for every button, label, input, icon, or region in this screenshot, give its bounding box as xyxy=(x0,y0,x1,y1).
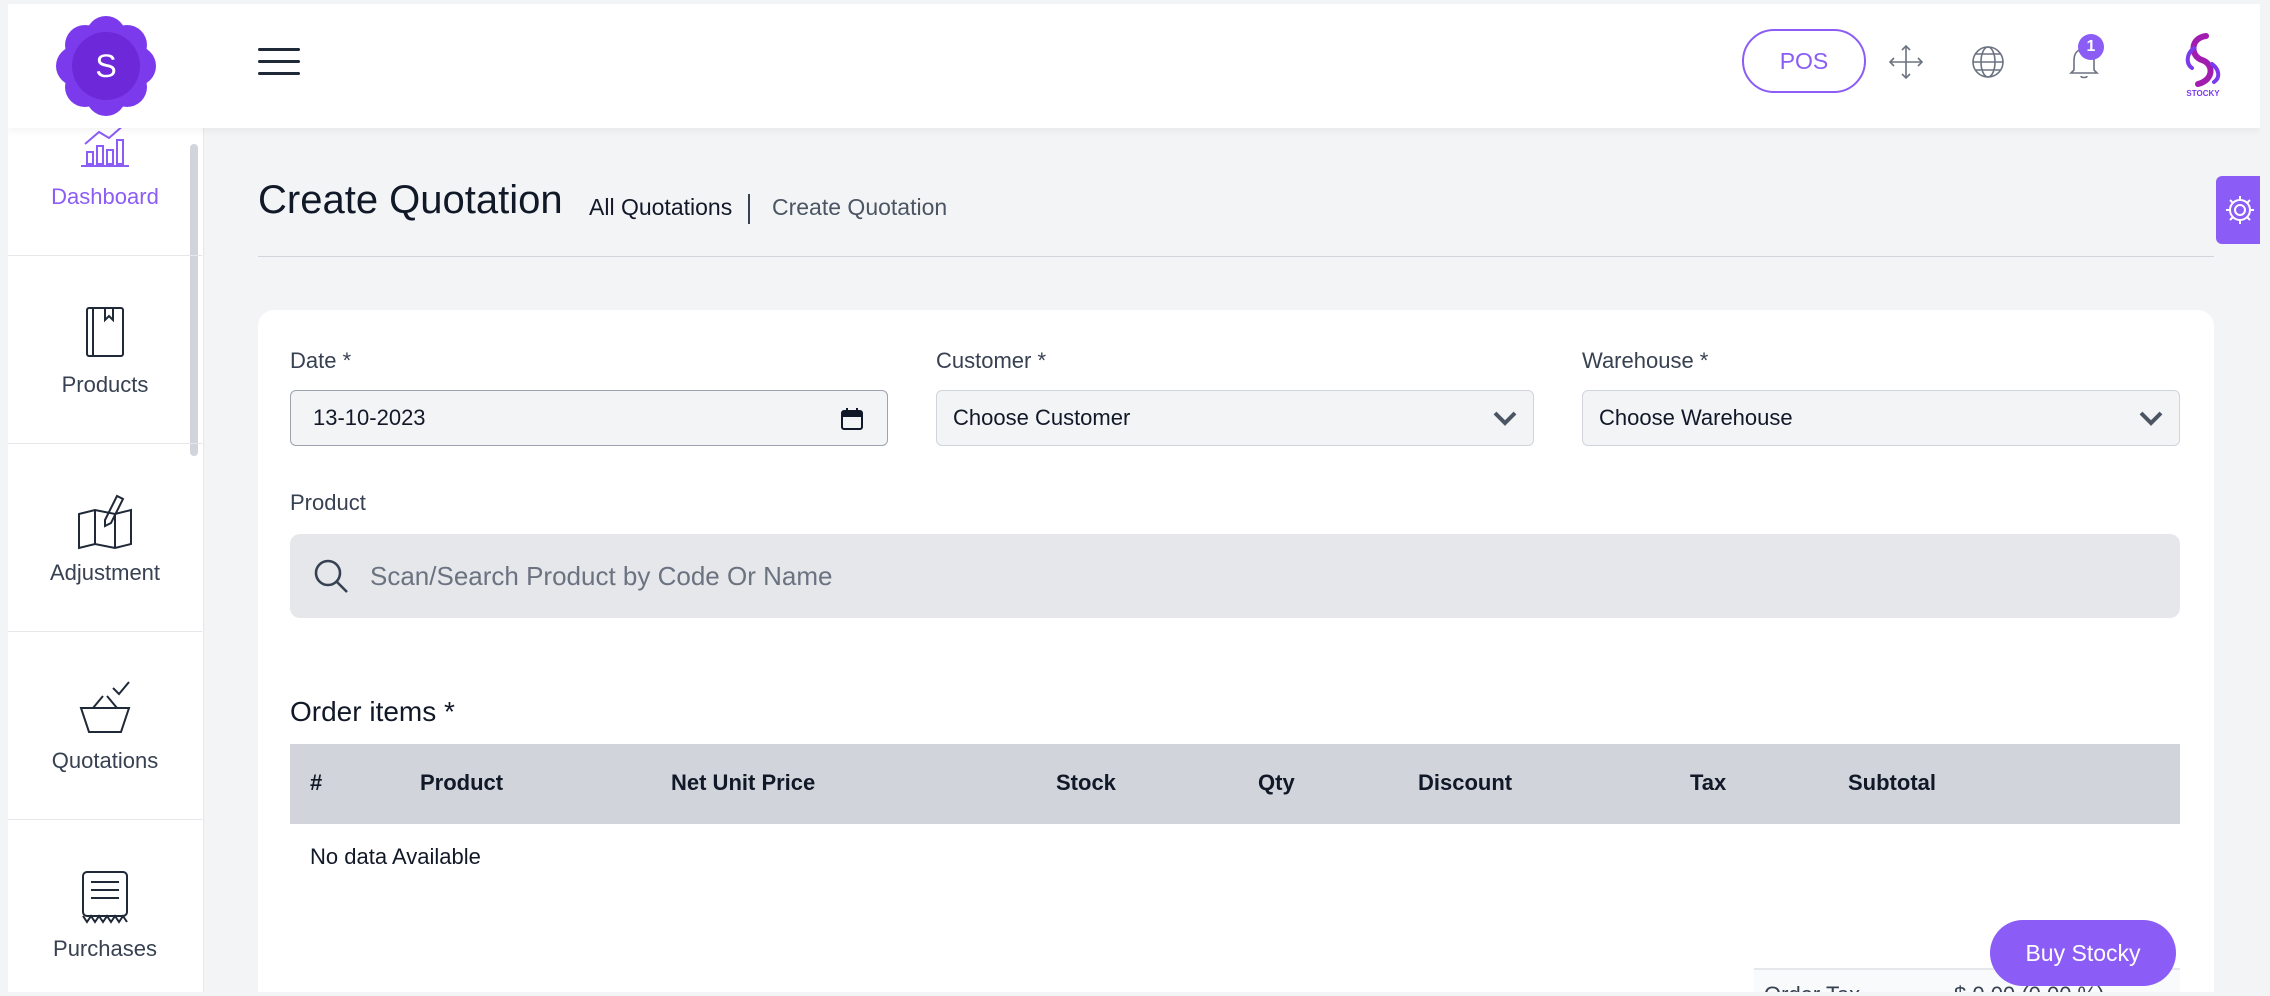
map-pencil-icon xyxy=(78,494,132,549)
sidebar-item-label: Purchases xyxy=(53,935,157,961)
order-table-header: # Product Net Unit Price Stock Qty Disco… xyxy=(290,744,2180,824)
column-header-product: Product xyxy=(420,770,504,795)
warehouse-value: Choose Warehouse xyxy=(1599,405,1793,430)
menu-toggle-icon[interactable] xyxy=(258,48,300,80)
pos-button[interactable]: POS xyxy=(1742,29,1866,93)
column-header-net-unit-price: Net Unit Price xyxy=(671,770,816,795)
chevron-down-icon xyxy=(1493,411,1517,426)
globe-icon[interactable] xyxy=(1968,42,2008,82)
app-frame: S POS 1 STOCKY Dashboard Products Adjust… xyxy=(8,4,2260,992)
breadcrumb-current: Create Quotation xyxy=(772,194,948,220)
column-header-qty: Qty xyxy=(1258,770,1295,795)
search-placeholder: Scan/Search Product by Code Or Name xyxy=(370,560,833,591)
svg-text:STOCKY: STOCKY xyxy=(2186,89,2220,98)
order-items-title: Order items * xyxy=(290,696,455,727)
page-title: Create Quotation xyxy=(258,178,563,222)
date-label: Date * xyxy=(290,348,352,373)
sidebar-item-label: Adjustment xyxy=(49,559,161,585)
title-divider xyxy=(258,256,2214,257)
breadcrumb-all-quotations[interactable]: All Quotations xyxy=(589,194,732,221)
customer-label: Customer * xyxy=(936,348,1047,373)
notification-badge: 1 xyxy=(2078,34,2104,60)
sidebar: Dashboard Products Adjustment Quotations… xyxy=(8,122,204,992)
buy-stocky-button[interactable]: Buy Stocky xyxy=(1990,920,2176,986)
sidebar-item-quotations[interactable]: Quotations xyxy=(8,632,202,820)
brand-logo: STOCKY xyxy=(2168,30,2238,100)
settings-gear-button[interactable] xyxy=(2216,176,2260,244)
product-search-input[interactable]: Scan/Search Product by Code Or Name xyxy=(290,534,2180,618)
top-header: S POS 1 STOCKY xyxy=(8,4,2260,128)
sidebar-item-adjustment[interactable]: Adjustment xyxy=(8,444,202,632)
column-header-discount: Discount xyxy=(1418,770,1513,795)
empty-table-message: No data Available xyxy=(310,844,481,869)
date-input[interactable]: 13-10-2023 xyxy=(290,390,888,446)
svg-text:S: S xyxy=(95,48,116,84)
warehouse-label: Warehouse * xyxy=(1582,348,1709,373)
product-label: Product xyxy=(290,490,366,515)
basket-check-icon xyxy=(79,680,131,733)
gear-icon xyxy=(2226,196,2254,224)
breadcrumb-separator xyxy=(748,194,750,224)
calendar-icon[interactable] xyxy=(839,406,865,432)
sidebar-item-products[interactable]: Products xyxy=(8,256,202,444)
book-icon xyxy=(86,306,124,357)
order-tax-label: Order Tax xyxy=(1764,982,1860,992)
column-header-subtotal: Subtotal xyxy=(1848,770,1936,795)
app-logo[interactable]: S xyxy=(54,14,158,118)
search-icon xyxy=(314,559,348,593)
receipt-icon xyxy=(82,870,128,924)
quotation-form-card: Date * 13-10-2023 Customer * Choose Cust… xyxy=(258,310,2214,992)
column-header-stock: Stock xyxy=(1056,770,1116,795)
date-value: 13-10-2023 xyxy=(313,405,426,430)
sidebar-item-label: Quotations xyxy=(51,747,159,773)
customer-value: Choose Customer xyxy=(953,405,1131,430)
chevron-down-icon xyxy=(2139,411,2163,426)
customer-select[interactable]: Choose Customer xyxy=(936,390,1534,446)
fullscreen-icon[interactable] xyxy=(1886,42,1926,82)
sidebar-item-purchases[interactable]: Purchases xyxy=(8,820,202,992)
column-header-tax: Tax xyxy=(1690,770,1727,795)
warehouse-select[interactable]: Choose Warehouse xyxy=(1582,390,2180,446)
column-header-index: # xyxy=(310,770,323,795)
sidebar-item-label: Dashboard xyxy=(51,183,159,209)
sidebar-item-label: Products xyxy=(61,371,149,397)
